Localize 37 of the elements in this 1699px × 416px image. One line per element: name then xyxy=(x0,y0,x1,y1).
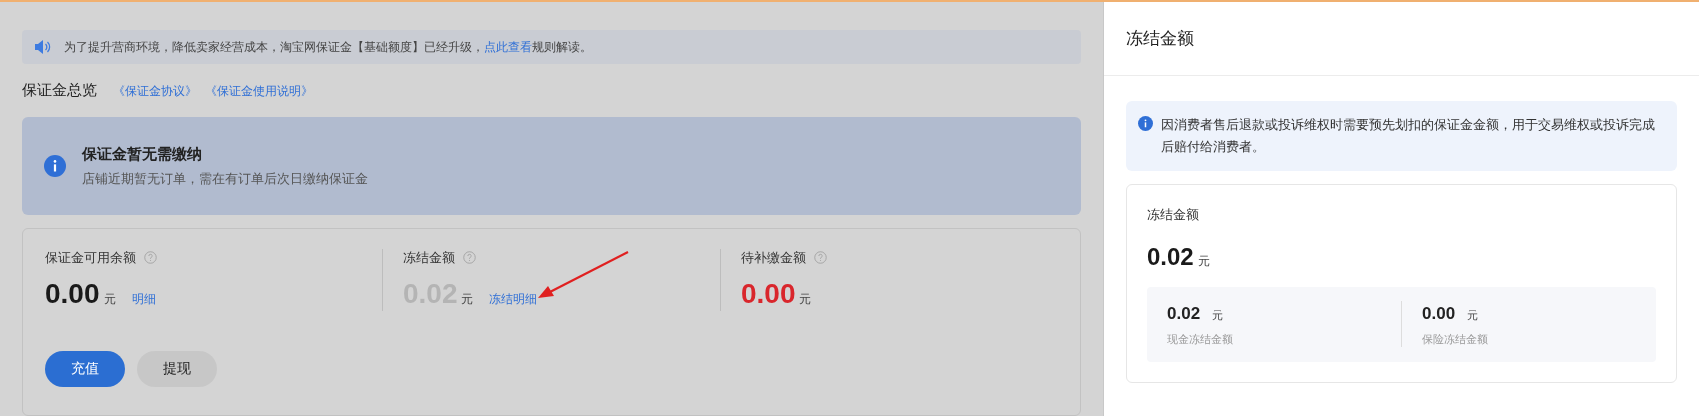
metric-label: 待补缴金额 xyxy=(740,248,806,267)
detail-link[interactable]: 明细 xyxy=(131,289,156,308)
metric-value: 0.00 xyxy=(740,276,796,311)
unit-label: 元 xyxy=(103,290,116,308)
agreement-link[interactable]: 《保证金协议》 xyxy=(113,81,197,100)
info-icon xyxy=(44,154,66,177)
speaker-icon xyxy=(34,38,52,55)
arrow-icon xyxy=(536,250,630,300)
breakdown-value: 0.00 xyxy=(1422,303,1456,325)
withdraw-button[interactable]: 提现 xyxy=(137,350,217,387)
metric-label: 冻结金额 xyxy=(402,248,455,267)
help-icon xyxy=(144,251,157,265)
section-title: 保证金总览 xyxy=(22,80,97,101)
drawer-title: 冻结金额 xyxy=(1126,27,1194,50)
breakdown-label: 现金冻结金额 xyxy=(1167,331,1234,347)
notice-text: 为了提升营商环境，降低卖家经营成本，淘宝网保证金【基础额度】已经升级，点此查看规则解读。 xyxy=(64,38,592,56)
agreement-link[interactable]: 《保证金使用说明》 xyxy=(205,81,313,100)
status-description: 店铺近期暂无订单，需在有订单后次日缴纳保证金 xyxy=(82,170,368,189)
metric-value: 0.00 xyxy=(45,276,100,311)
status-title: 保证金暂无需缴纳 xyxy=(82,143,203,164)
unit-label: 元 xyxy=(799,290,812,308)
card-label: 冻结金额 xyxy=(1147,206,1200,224)
breakdown-value: 0.02 xyxy=(1167,303,1201,325)
breakdown-label: 保险冻结金额 xyxy=(1422,331,1489,347)
help-icon xyxy=(813,251,827,265)
note-text: 因消费者售后退款或投诉维权时需要预先划扣的保证金金额，用于交易维权或投诉完成后赔付给消费者。 xyxy=(1161,116,1656,156)
unit-label: 元 xyxy=(461,290,474,308)
info-icon xyxy=(1138,116,1153,131)
unit-label: 元 xyxy=(1197,252,1210,270)
view-link[interactable]: 点此查看 xyxy=(484,39,532,54)
unit-label: 元 xyxy=(1212,308,1224,323)
recharge-button[interactable]: 充值 xyxy=(45,350,125,387)
metric-label: 保证金可用余额 xyxy=(45,248,136,267)
help-icon xyxy=(462,251,476,265)
frozen-value: 0.02 xyxy=(1147,241,1194,272)
unit-label: 元 xyxy=(1467,308,1479,323)
detail-link[interactable]: 冻结明细 xyxy=(489,289,538,308)
